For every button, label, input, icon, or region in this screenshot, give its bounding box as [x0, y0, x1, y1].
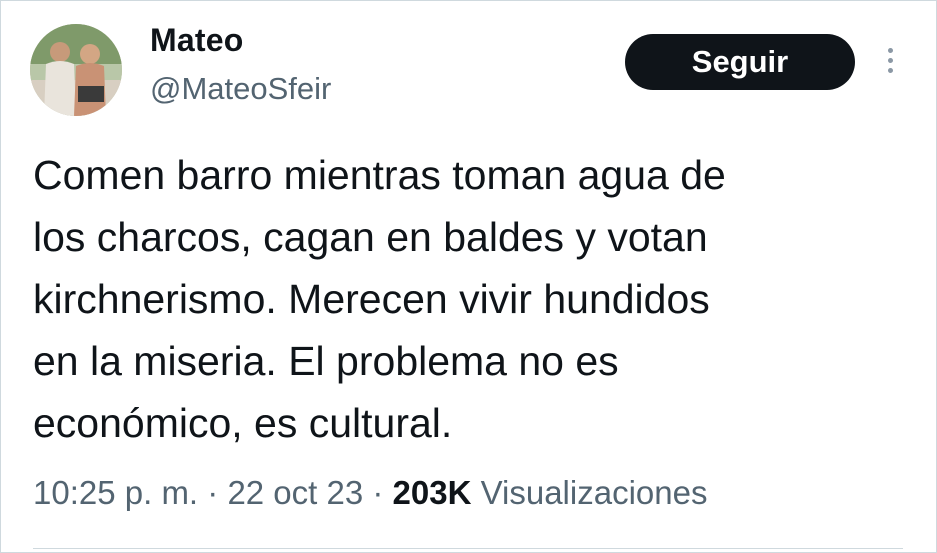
meta-separator: ·	[363, 474, 393, 511]
tweet-text-line: los charcos, cagan en baldes y votan	[33, 214, 708, 260]
avatar[interactable]	[30, 24, 122, 116]
tweet-date[interactable]: 22 oct 23	[227, 474, 363, 511]
author-display-name[interactable]: Mateo	[150, 22, 243, 59]
avatar-photo	[30, 24, 122, 116]
tweet-text-line: Comen barro mientras toman agua de	[33, 152, 726, 198]
dot	[887, 67, 893, 73]
tweet-meta: 10:25 p. m. · 22 oct 23 · 203K Visualiza…	[33, 474, 707, 512]
author-handle[interactable]: @MateoSfeir	[150, 71, 331, 107]
tweet-text-line: económico, es cultural.	[33, 400, 453, 446]
tweet-text: Comen barro mientras toman agua de los c…	[33, 144, 893, 454]
dot	[887, 47, 893, 53]
views-count[interactable]: 203K	[393, 474, 472, 511]
dot	[887, 57, 893, 63]
follow-button[interactable]: Seguir	[625, 34, 855, 90]
divider	[33, 548, 903, 549]
more-options-icon[interactable]	[880, 40, 900, 80]
tweet-time[interactable]: 10:25 p. m.	[33, 474, 198, 511]
tweet-text-line: en la miseria. El problema no es	[33, 338, 619, 384]
meta-separator: ·	[198, 474, 228, 511]
tweet-text-line: kirchnerismo. Merecen vivir hundidos	[33, 276, 710, 322]
views-label: Visualizaciones	[471, 474, 708, 511]
